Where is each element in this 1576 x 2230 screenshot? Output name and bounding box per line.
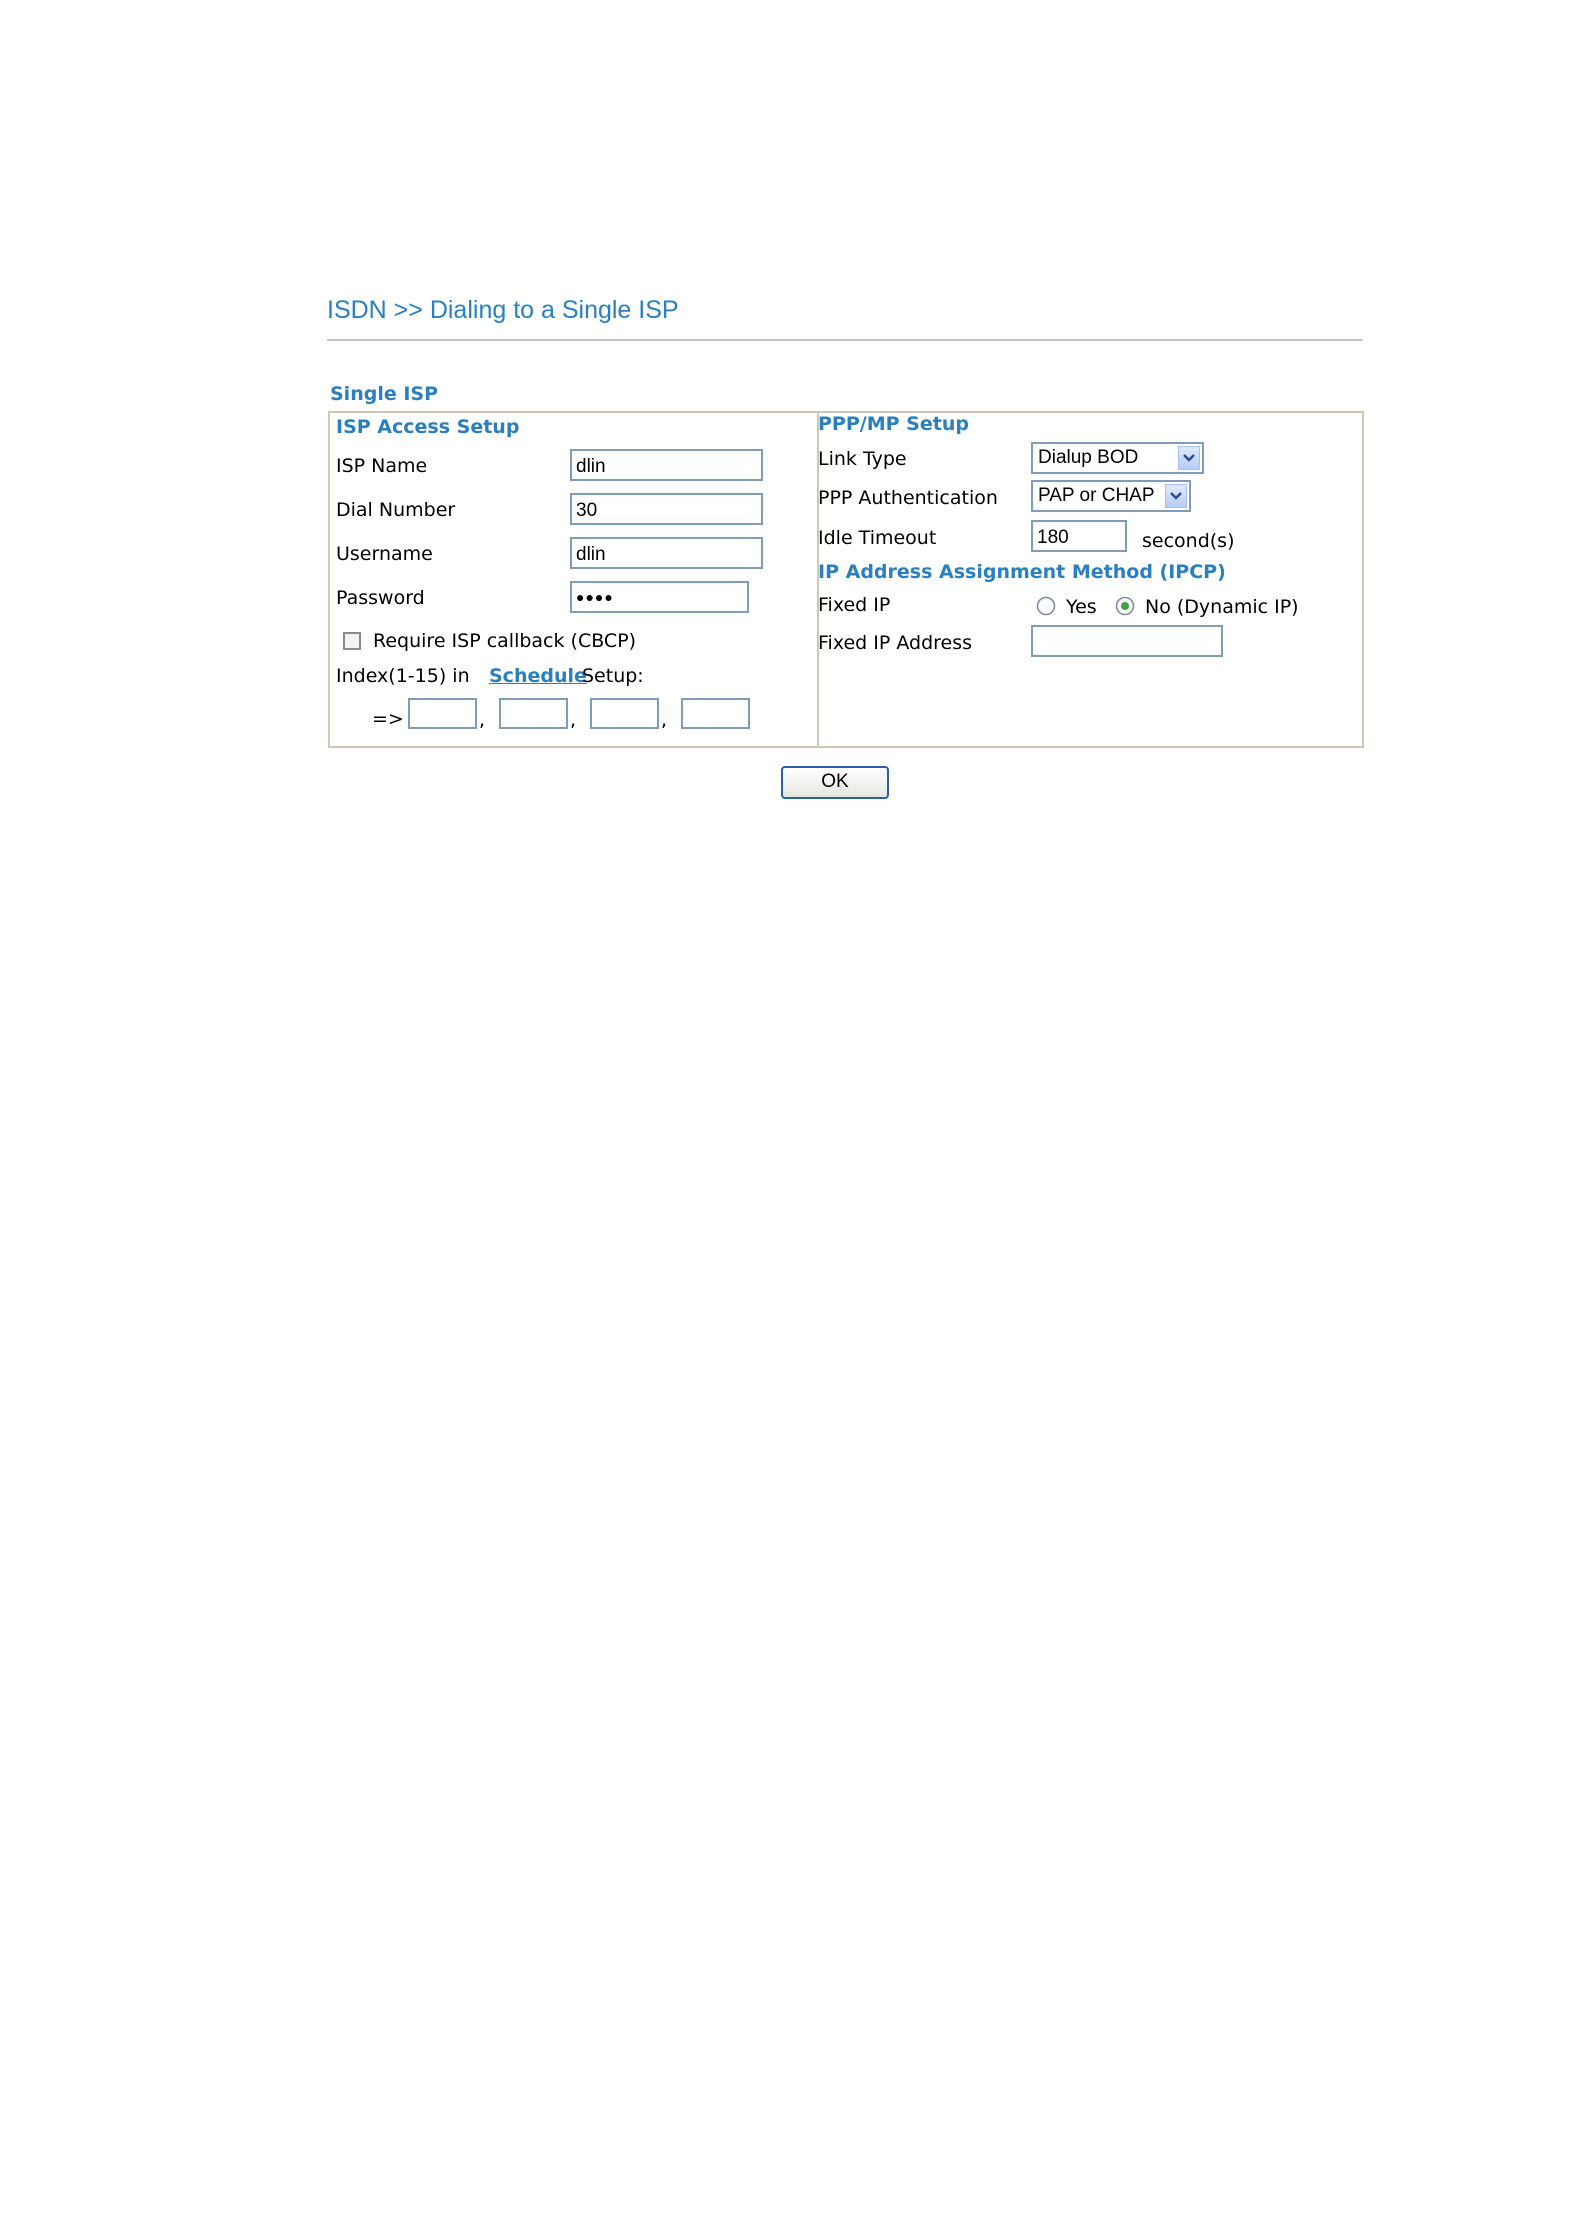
ppp-mp-heading: PPP/MP Setup bbox=[818, 413, 969, 435]
fixed-ip-yes-label: Yes bbox=[1066, 596, 1097, 618]
ppp-auth-label: PPP Authentication bbox=[818, 487, 998, 509]
schedule-index-1[interactable] bbox=[408, 698, 477, 729]
index-prefix-label: Index(1-15) in bbox=[336, 665, 470, 687]
idle-timeout-label: Idle Timeout bbox=[818, 527, 937, 549]
ok-button[interactable]: OK bbox=[781, 766, 889, 799]
username-label: Username bbox=[336, 543, 433, 565]
fixed-ip-address-input[interactable] bbox=[1031, 625, 1223, 657]
page-title: ISDN >> Dialing to a Single ISP bbox=[327, 296, 679, 324]
chevron-down-icon bbox=[1178, 446, 1200, 470]
cbcp-label: Require ISP callback (CBCP) bbox=[373, 630, 637, 652]
isp-access-heading: ISP Access Setup bbox=[336, 416, 520, 438]
fixed-ip-label: Fixed IP bbox=[818, 594, 891, 616]
index-separator: , bbox=[661, 709, 668, 731]
index-separator: , bbox=[570, 709, 577, 731]
title-divider bbox=[327, 339, 1363, 341]
schedule-index-2[interactable] bbox=[499, 698, 568, 729]
ip-assignment-heading: IP Address Assignment Method (IPCP) bbox=[818, 561, 1226, 583]
password-input[interactable]: ●●●● bbox=[570, 581, 749, 613]
fixed-ip-no-label: No (Dynamic IP) bbox=[1145, 596, 1299, 618]
schedule-index-4[interactable] bbox=[681, 698, 750, 729]
username-input[interactable] bbox=[570, 537, 763, 569]
schedule-index-3[interactable] bbox=[590, 698, 659, 729]
dial-number-label: Dial Number bbox=[336, 499, 456, 521]
idle-timeout-unit: second(s) bbox=[1142, 530, 1235, 552]
link-type-select[interactable]: Dialup BOD bbox=[1031, 442, 1204, 474]
link-type-label: Link Type bbox=[818, 448, 907, 470]
index-suffix-label: Setup: bbox=[582, 665, 644, 687]
fixed-ip-yes-radio[interactable] bbox=[1036, 596, 1056, 616]
section-title: Single ISP bbox=[330, 383, 439, 405]
cbcp-checkbox[interactable] bbox=[343, 632, 361, 650]
ppp-auth-select[interactable]: PAP or CHAP bbox=[1031, 480, 1191, 512]
chevron-down-icon bbox=[1165, 484, 1187, 508]
fixed-ip-address-label: Fixed IP Address bbox=[818, 632, 973, 654]
index-separator: , bbox=[479, 709, 486, 731]
settings-panel: ISP Access Setup ISP Name Dial Number Us… bbox=[328, 411, 1364, 748]
schedule-link[interactable]: Schedule bbox=[489, 665, 587, 687]
link-type-value: Dialup BOD bbox=[1038, 447, 1139, 468]
dial-number-input[interactable] bbox=[570, 493, 763, 525]
password-label: Password bbox=[336, 587, 425, 609]
ppp-auth-value: PAP or CHAP bbox=[1038, 485, 1155, 506]
idle-timeout-input[interactable] bbox=[1031, 520, 1127, 552]
isp-name-label: ISP Name bbox=[336, 455, 428, 477]
fixed-ip-no-radio[interactable] bbox=[1115, 596, 1135, 616]
isp-name-input[interactable] bbox=[570, 449, 763, 481]
index-arrow: => bbox=[372, 708, 404, 730]
